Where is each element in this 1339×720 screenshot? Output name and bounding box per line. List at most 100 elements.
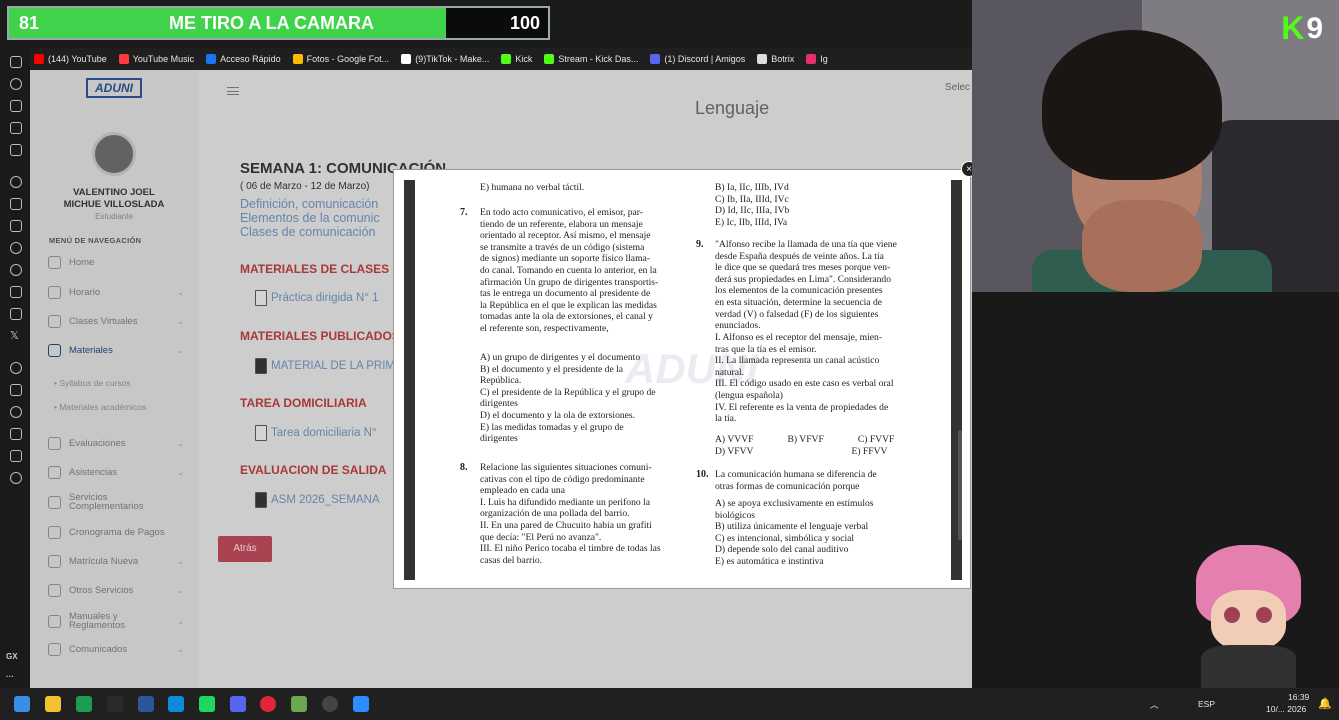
notification-bell-icon[interactable]: 🔔 <box>1318 697 1332 710</box>
bookmark-item[interactable]: Kick <box>501 54 532 64</box>
answer-option: C) el presidente de la República y el gr… <box>480 386 656 398</box>
question-9-options-row1: A) VVVF B) VFVF C) FVVF <box>715 434 915 446</box>
music-player-icon[interactable] <box>10 362 22 374</box>
bookmark-item[interactable]: (9)TikTok - Make... <box>401 54 489 64</box>
question-10-number: 10. <box>696 469 709 480</box>
statement-line: I. Alfonso es el receptor del mensaje, m… <box>715 332 883 343</box>
bookmark-item[interactable]: Botrix <box>757 54 794 64</box>
messenger-m-icon[interactable] <box>10 144 22 156</box>
x-twitter-icon[interactable]: 𝕏 <box>10 330 22 342</box>
more-icon[interactable]: ··· <box>6 672 14 681</box>
clock-date[interactable]: 10/... 2026 <box>1266 704 1306 714</box>
zoom-icon[interactable] <box>353 696 369 712</box>
history-icon[interactable] <box>10 78 22 90</box>
question-line: le dice que se quedará tres meses porque… <box>715 262 891 274</box>
answer-option: B) utiliza únicamente el lenguaje verbal <box>715 521 869 533</box>
kick-logo: K 9 <box>1281 10 1323 47</box>
statement-line: tras que la tía es el emisor. <box>715 343 817 355</box>
pdf-scrollbar[interactable] <box>958 430 962 540</box>
youtube-icon <box>34 54 44 64</box>
gamepad-icon[interactable] <box>10 56 22 68</box>
whatsapp-icon[interactable] <box>10 264 22 276</box>
file-explorer-icon[interactable] <box>45 696 61 712</box>
bookmark-label: Acceso Rápido <box>220 54 281 64</box>
windows-start-icon[interactable] <box>14 696 30 712</box>
tiktok-side-icon[interactable] <box>10 308 22 320</box>
question-line: Relacione las siguientes situaciones com… <box>480 462 652 473</box>
obs-icon[interactable] <box>322 696 338 712</box>
kick-number: 9 <box>1306 11 1323 45</box>
question-10-options: A) se apoya exclusivamente en estímulos … <box>715 498 920 568</box>
answer-option: C) FVVF <box>857 434 895 445</box>
question-line: II. En una pared de Chucuito había un gr… <box>480 519 652 531</box>
sticker-eye-right <box>1256 607 1272 623</box>
pdf-viewer[interactable]: ADUNI E) humana no verbal táctil. 7. En … <box>404 180 962 580</box>
question-line: la República en el que le explican las m… <box>480 299 657 311</box>
word-icon[interactable] <box>138 696 154 712</box>
bookmark-item[interactable]: Ig <box>806 54 828 64</box>
answer-option: B) Ia, IIc, IIIb, IVd <box>715 182 789 193</box>
clock-time[interactable]: 16:39 <box>1288 692 1309 702</box>
question-line: I. Luis ha difundido mediante un perifon… <box>480 496 650 508</box>
minecraft-icon[interactable] <box>291 696 307 712</box>
spotify-icon[interactable] <box>199 696 215 712</box>
statement-line: IV. El referente es la venta de propieda… <box>715 401 889 413</box>
opera-gx-icon[interactable] <box>260 696 276 712</box>
question-line: tiendo de un referente, elabora un mensa… <box>480 218 643 230</box>
bookmark-item[interactable]: Stream - Kick Das... <box>544 54 638 64</box>
question-line: casas del barrio. <box>480 554 543 566</box>
bookmark-item[interactable]: Fotos - Google Fot... <box>292 54 389 64</box>
download-icon[interactable] <box>10 428 22 440</box>
question-line: orientado al receptor. Así mismo, el men… <box>480 230 651 242</box>
question-line: La comunicación humana se diferencia de <box>715 469 877 480</box>
bookmark-item[interactable]: (144) YouTube <box>34 54 107 64</box>
settings-icon[interactable] <box>10 472 22 484</box>
answer-option: E) Ic, IIb, IIId, IVa <box>715 216 788 228</box>
bookmark-label: (9)TikTok - Make... <box>415 54 490 64</box>
answer-option: D) el documento y la ola de extorsiones. <box>480 409 636 421</box>
question-line: otras formas de comunicación porque <box>715 480 860 492</box>
edge-icon[interactable] <box>168 696 184 712</box>
statement-line: III. El código usado en este caso es ver… <box>715 378 894 390</box>
language-indicator[interactable]: ESP <box>1198 699 1215 709</box>
question-line: en esta situación, determine la secuenci… <box>715 296 883 308</box>
youtube-music-icon <box>118 54 129 64</box>
statement-line: la tía. <box>715 413 737 425</box>
question-9-statements: I. Alfonso es el receptor del mensaje, m… <box>715 332 920 425</box>
bookmark-item[interactable]: (1) Discord | Amigos <box>650 54 745 64</box>
answer-option: D) VFVV <box>715 446 754 457</box>
messenger-icon[interactable] <box>10 242 22 254</box>
settings-wheel-icon[interactable] <box>10 176 22 188</box>
question-line: afirmación Un grupo de dirigentes transp… <box>480 276 659 288</box>
epic-games-icon[interactable] <box>107 696 123 712</box>
statement-line: natural. <box>715 366 745 378</box>
chevron-up-icon[interactable]: ︿ <box>1150 699 1159 711</box>
bookmark-label: YouTube Music <box>132 54 195 64</box>
discord-icon[interactable] <box>230 696 246 712</box>
bag-icon[interactable] <box>10 100 22 112</box>
bookmark-item[interactable]: Acceso Rápido <box>206 54 281 64</box>
facebook-icon <box>206 54 217 64</box>
question-line: tas le entrega un documento al president… <box>480 288 651 300</box>
question-line: el referente son, respectivamente, <box>480 322 609 334</box>
question-line: se transmite a través de un código (sist… <box>480 241 645 253</box>
bookmark-label: Ig <box>820 54 828 64</box>
kick-letter: K <box>1281 10 1305 46</box>
stash-icon[interactable] <box>10 122 22 134</box>
chat-icon[interactable] <box>10 198 22 210</box>
stream-goal-bar: 81 ME TIRO A LA CAMARA 100 <box>7 6 550 40</box>
discord-icon <box>650 54 661 64</box>
answer-option: B) el documento y el presidente de la <box>480 363 624 375</box>
sticker-face <box>1211 590 1286 650</box>
statement-line: II. La llamada representa un canal acúst… <box>715 355 880 367</box>
sheets-icon[interactable] <box>76 696 92 712</box>
heart-icon[interactable] <box>10 384 22 396</box>
anime-sticker <box>1186 545 1311 688</box>
kick-icon <box>501 54 512 64</box>
gx-icon[interactable]: GX <box>6 652 18 661</box>
bookmark-item[interactable]: YouTube Music <box>118 54 195 64</box>
extensions-icon[interactable] <box>10 450 22 462</box>
clock-icon[interactable] <box>10 406 22 418</box>
instagram-side-icon[interactable] <box>10 286 22 298</box>
twitch-icon[interactable] <box>10 220 22 232</box>
